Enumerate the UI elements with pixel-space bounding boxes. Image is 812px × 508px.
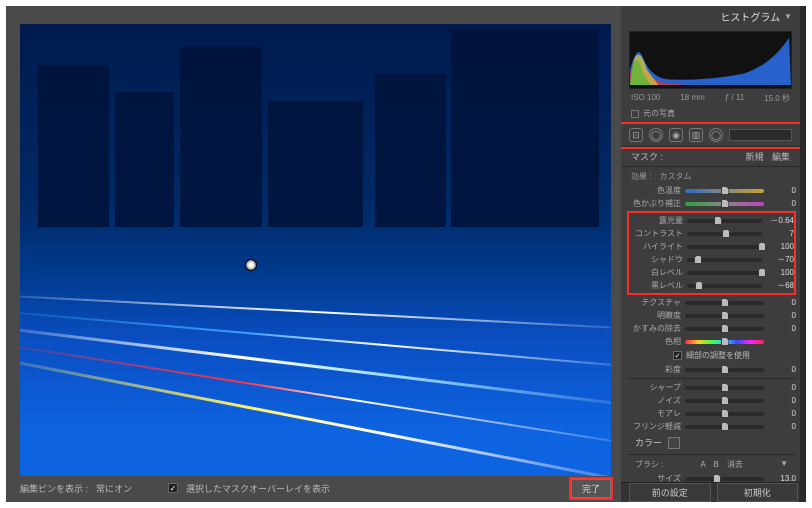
spot-tool-icon[interactable]: ◯: [649, 128, 663, 142]
local-tools-row: ⊡ ◯ ◉ ▥ ◯: [621, 124, 800, 147]
slider-contrast[interactable]: コントラスト7: [629, 227, 794, 240]
original-label: 元の写真: [643, 108, 675, 119]
tone-group-highlight: 露光量－0.64 コントラスト7 ハイライト100 シャドウ－70 白レベル10…: [627, 211, 796, 295]
prev-settings-button[interactable]: 前の設定: [629, 483, 711, 502]
radial-tool-icon[interactable]: ◯: [709, 128, 723, 142]
pins-label: 編集ピンを表示 :: [20, 482, 88, 495]
panel-footer: 前の設定 初期化: [621, 482, 806, 502]
slider-moire[interactable]: モアレ0: [627, 407, 796, 420]
brush-erase[interactable]: 消去: [727, 460, 743, 469]
effect-label: 効果 :: [631, 171, 651, 182]
slider-tint[interactable]: 色かぶり補正0: [627, 197, 796, 210]
slider-whites[interactable]: 白レベル100: [629, 266, 794, 279]
iso-readout: ISO 100: [631, 93, 660, 104]
color-swatch[interactable]: [668, 437, 680, 449]
panel-scrollbar[interactable]: [800, 6, 806, 502]
color-label: カラー: [635, 436, 662, 449]
histogram-graph[interactable]: [629, 31, 792, 89]
done-button[interactable]: 完了: [571, 479, 611, 498]
redeye-tool-icon[interactable]: ◉: [669, 128, 683, 142]
slider-brush-size[interactable]: サイズ13.0: [627, 472, 796, 482]
slider-hue[interactable]: 色相: [627, 335, 796, 348]
mask-new[interactable]: 新規: [745, 152, 763, 162]
reset-button[interactable]: 初期化: [717, 483, 799, 502]
aperture-readout: ƒ / 11: [725, 93, 744, 104]
fine-hue-label: 細部の調整を使用: [686, 350, 750, 361]
image-canvas-area: 編集ピンを表示 : 常にオン ✓ 選択したマスクオーバーレイを表示 完了: [6, 6, 621, 502]
overlay-label: 選択したマスクオーバーレイを表示: [186, 482, 330, 495]
slider-texture[interactable]: テクスチャ0: [627, 296, 796, 309]
overlay-checkbox[interactable]: ✓: [168, 483, 178, 493]
slider-clarity[interactable]: 明瞭度0: [627, 309, 796, 322]
brush-label: ブラシ :: [635, 459, 663, 470]
brush-tool-active[interactable]: [729, 129, 792, 141]
brush-b[interactable]: B: [713, 460, 718, 469]
slider-temp[interactable]: 色温度0: [627, 184, 796, 197]
edit-pin[interactable]: [245, 259, 257, 271]
histogram-header[interactable]: ヒストグラム▼: [621, 6, 800, 27]
focal-readout: 18 mm: [680, 93, 704, 104]
effect-preset[interactable]: カスタム: [659, 171, 691, 182]
pins-mode[interactable]: 常にオン: [96, 482, 132, 495]
fine-hue-checkbox[interactable]: ✓: [673, 351, 682, 360]
shutter-readout: 15.0 秒: [764, 93, 790, 104]
slider-highlights[interactable]: ハイライト100: [629, 240, 794, 253]
slider-fringe[interactable]: フリンジ軽減0: [627, 420, 796, 433]
develop-panel: ヒストグラム▼ ISO 100 18 mm ƒ / 11 15.0 秒 元の写真…: [621, 6, 806, 502]
slider-noise[interactable]: ノイズ0: [627, 394, 796, 407]
crop-tool-icon[interactable]: ⊡: [629, 128, 643, 142]
canvas-toolbar: 編集ピンを表示 : 常にオン ✓ 選択したマスクオーバーレイを表示 完了: [20, 478, 611, 498]
slider-exposure[interactable]: 露光量－0.64: [629, 214, 794, 227]
original-checkbox[interactable]: [631, 110, 639, 118]
slider-shadows[interactable]: シャドウ－70: [629, 253, 794, 266]
gradient-tool-icon[interactable]: ▥: [689, 128, 703, 142]
slider-dehaze[interactable]: かすみの除去0: [627, 322, 796, 335]
preview-image[interactable]: [20, 24, 611, 476]
slider-sharp[interactable]: シャープ0: [627, 381, 796, 394]
slider-blacks[interactable]: 黒レベル－68: [629, 279, 794, 292]
mask-edit[interactable]: 編集: [772, 152, 790, 162]
brush-a[interactable]: A: [700, 460, 705, 469]
mask-label: マスク :: [631, 150, 663, 163]
lightroom-window: 編集ピンを表示 : 常にオン ✓ 選択したマスクオーバーレイを表示 完了 ヒスト…: [6, 6, 806, 502]
slider-saturation[interactable]: 彩度0: [627, 363, 796, 376]
